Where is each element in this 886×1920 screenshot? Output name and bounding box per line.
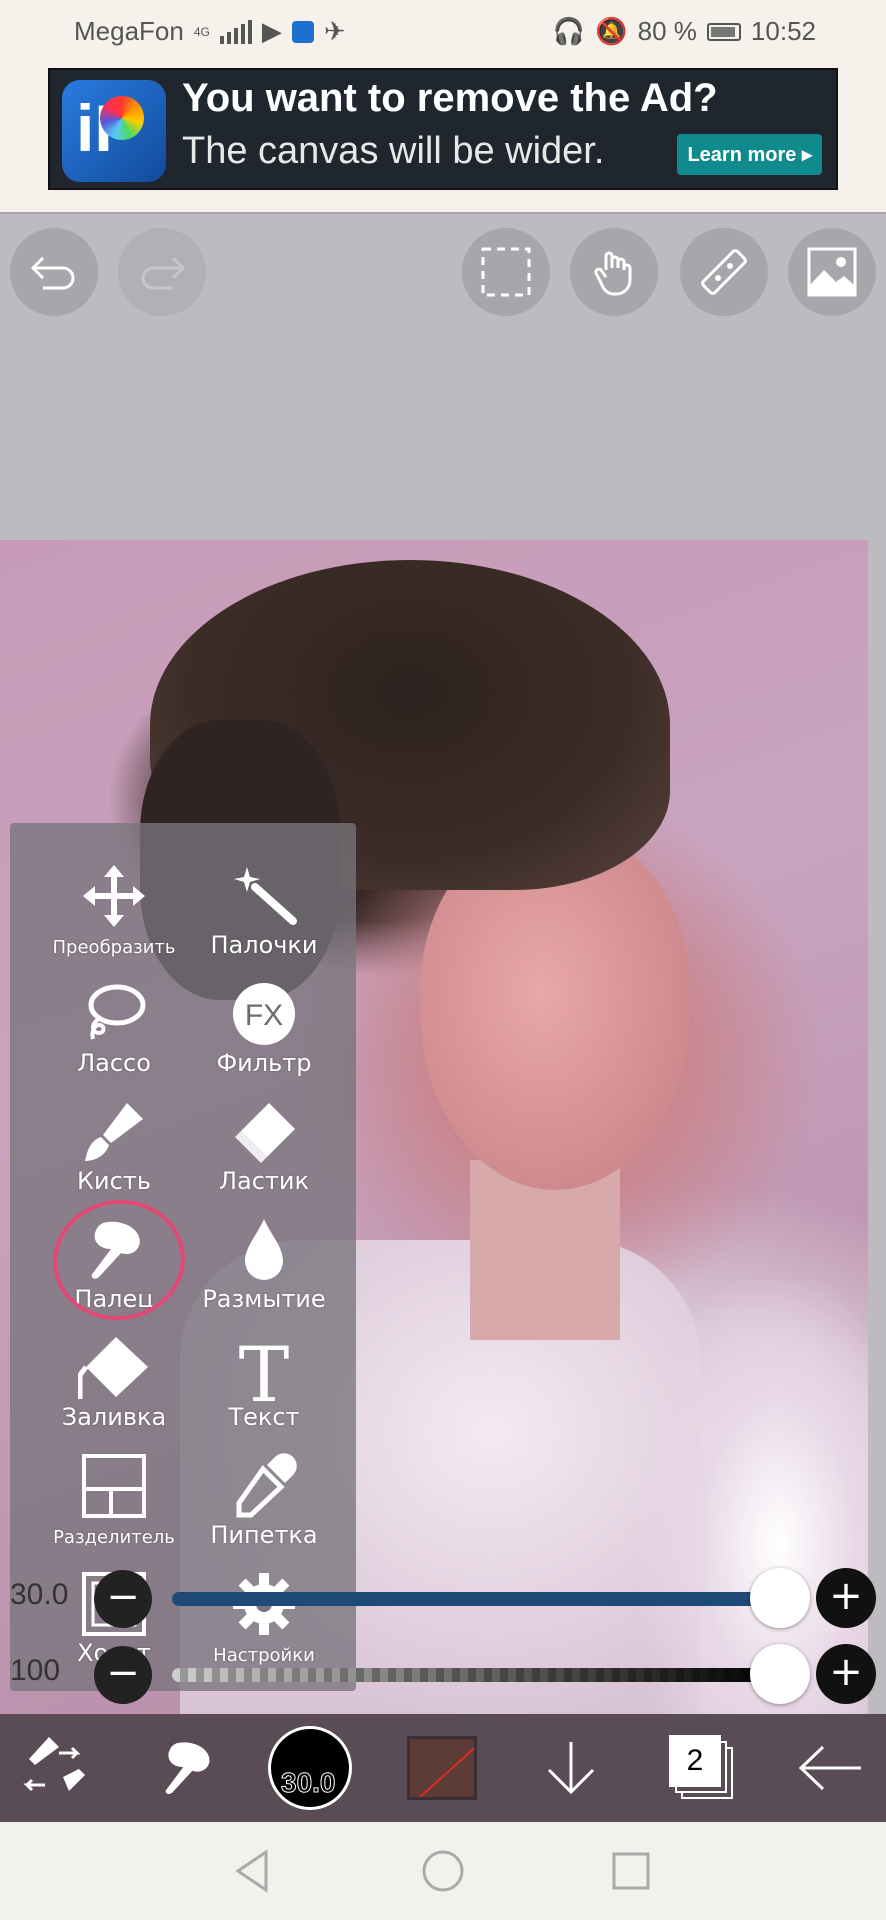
carrier-name: MegaFon xyxy=(74,16,184,46)
arrow-left-icon xyxy=(798,1745,861,1791)
bird-app-icon: ✈ xyxy=(323,16,346,46)
brush-size-value: 30.0 xyxy=(10,1578,69,1611)
magic-wand-icon xyxy=(234,867,297,925)
brush-size-slider[interactable]: 30.0 − + xyxy=(0,1568,886,1628)
opacity-slider[interactable]: 100 − + xyxy=(0,1644,886,1704)
bottom-toolbar: 30.0 2 xyxy=(0,1714,886,1822)
opacity-slider-track[interactable] xyxy=(172,1668,778,1682)
smudge-finger-icon xyxy=(165,1742,210,1795)
nav-recents-icon[interactable] xyxy=(606,1846,656,1896)
hand-button[interactable] xyxy=(570,228,658,316)
opacity-value: 100 xyxy=(10,1654,61,1687)
tool-divider[interactable]: Разделитель xyxy=(34,1443,194,1553)
selection-icon xyxy=(481,247,531,297)
tool-label: Преобразить xyxy=(52,937,176,958)
battery-icon xyxy=(706,22,741,41)
tool-eraser[interactable]: Ластик xyxy=(184,1089,344,1199)
tool-transform[interactable]: Преобразить xyxy=(34,853,194,963)
image-icon xyxy=(807,247,857,297)
frame-divider-icon xyxy=(82,1454,146,1518)
current-tool-button[interactable] xyxy=(146,1714,226,1822)
ad-banner-area: iP You want to remove the Ad? The canvas… xyxy=(0,62,886,212)
tool-label: Палочки xyxy=(210,931,318,959)
tool-lasso[interactable]: Лассо xyxy=(34,971,194,1081)
ruler-icon xyxy=(701,249,747,295)
svg-text:FX: FX xyxy=(245,999,283,1032)
signal-icon xyxy=(219,19,252,44)
download-button[interactable] xyxy=(536,1714,606,1822)
learn-more-button[interactable]: Learn more ▸ xyxy=(677,134,822,175)
blur-drop-icon xyxy=(245,1219,283,1280)
opacity-slider-knob[interactable] xyxy=(750,1644,810,1704)
tool-filter[interactable]: FX Фильтр xyxy=(184,971,344,1081)
mute-icon: 🔕 xyxy=(595,16,628,46)
tool-label: Текст xyxy=(228,1403,300,1431)
play-store-icon: ▶ xyxy=(261,16,282,46)
brush-size-text: 30.0 xyxy=(281,1767,336,1799)
tool-label: Фильтр xyxy=(216,1049,312,1077)
fx-icon: FX xyxy=(233,983,295,1045)
fill-bucket-icon xyxy=(78,1337,148,1399)
ad-banner[interactable]: iP You want to remove the Ad? The canvas… xyxy=(48,68,838,190)
redo-button[interactable] xyxy=(118,228,206,316)
lasso-icon xyxy=(88,984,146,1040)
undo-button[interactable] xyxy=(10,228,98,316)
tool-label: Заливка xyxy=(61,1403,167,1431)
tool-blur[interactable]: Размытие xyxy=(184,1207,344,1317)
tool-label: Лассо xyxy=(77,1049,151,1077)
tool-label: Ластик xyxy=(218,1167,310,1195)
eyedropper-icon xyxy=(236,1453,297,1518)
opacity-plus-button[interactable]: + xyxy=(816,1644,876,1704)
move-icon xyxy=(83,865,145,927)
ad-title: You want to remove the Ad? xyxy=(182,76,718,120)
hand-icon xyxy=(594,251,632,296)
eraser-icon xyxy=(235,1103,295,1163)
battery-percent: 80 % xyxy=(637,16,697,46)
ad-subtitle: The canvas will be wider. xyxy=(182,130,605,172)
tool-label: Пипетка xyxy=(210,1521,318,1549)
clock: 10:52 xyxy=(750,16,816,46)
brush-size-button[interactable]: 30.0 xyxy=(264,1714,356,1822)
undo-icon xyxy=(30,256,75,290)
redo-icon xyxy=(141,256,186,290)
size-plus-button[interactable]: + xyxy=(816,1568,876,1628)
size-minus-button[interactable]: − xyxy=(94,1570,152,1628)
swap-brush-eraser-icon xyxy=(23,1737,85,1792)
size-slider-track[interactable] xyxy=(172,1592,778,1606)
nav-home-icon[interactable] xyxy=(418,1846,468,1896)
tool-label: Кисть xyxy=(77,1167,151,1195)
ibis-paint-logo-icon: iP xyxy=(62,80,166,182)
network-type: 4G xyxy=(193,24,210,39)
back-button[interactable] xyxy=(790,1714,870,1822)
selection-button[interactable] xyxy=(462,228,550,316)
brush-icon xyxy=(85,1103,143,1161)
text-icon: T xyxy=(239,1335,290,1407)
tool-label: Разделитель xyxy=(53,1527,175,1548)
opacity-minus-button[interactable]: − xyxy=(94,1646,152,1704)
tool-eyedropper[interactable]: Пипетка xyxy=(184,1443,344,1553)
layers-icon: 2 xyxy=(669,1735,733,1799)
tool-label: Размытие xyxy=(202,1285,326,1313)
layer-count: 2 xyxy=(669,1735,721,1787)
nav-back-icon[interactable] xyxy=(228,1846,278,1896)
brush-eraser-swap-button[interactable] xyxy=(14,1714,94,1822)
tool-fill[interactable]: Заливка xyxy=(34,1325,194,1435)
layers-button[interactable]: 2 xyxy=(666,1714,738,1822)
headphones-icon: 🎧 xyxy=(552,16,586,46)
color-button[interactable] xyxy=(404,1714,480,1822)
reference-image-button[interactable] xyxy=(788,228,876,316)
svg-text:T: T xyxy=(239,1335,290,1407)
system-navigation-bar xyxy=(0,1822,886,1920)
ruler-button[interactable] xyxy=(680,228,768,316)
brush-size-indicator: 30.0 xyxy=(268,1726,352,1810)
tool-brush[interactable]: Кисть xyxy=(34,1089,194,1199)
current-color-swatch xyxy=(407,1736,477,1800)
arrow-down-icon xyxy=(547,1742,595,1795)
size-slider-knob[interactable] xyxy=(750,1568,810,1628)
tool-magic-wand[interactable]: Палочки xyxy=(184,853,344,963)
shield-app-icon xyxy=(291,20,314,43)
status-bar: MegaFon 4G ▶ ✈ 🎧 🔕 80 % 10:52 xyxy=(0,0,886,62)
tool-text[interactable]: T Текст xyxy=(184,1325,344,1435)
